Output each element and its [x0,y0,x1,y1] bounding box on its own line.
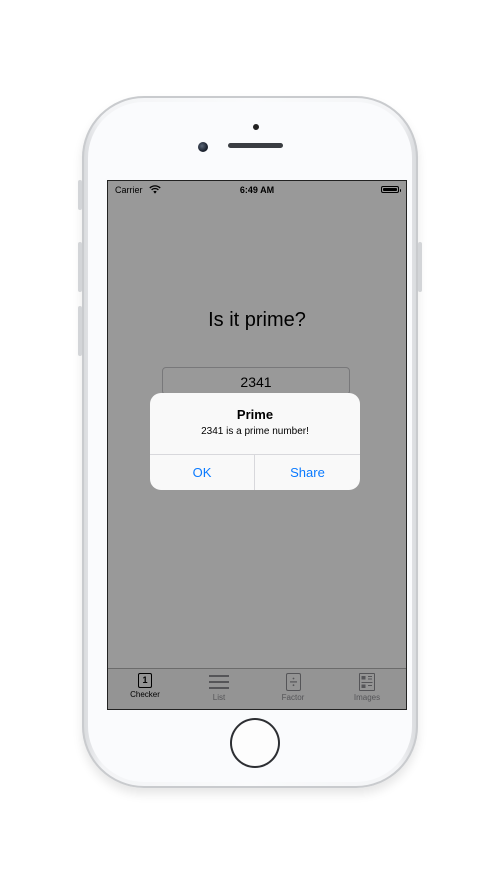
share-button[interactable]: Share [255,455,360,490]
alert-message: 2341 is a prime number! [201,426,309,437]
front-camera-icon [198,142,208,152]
power-button [418,242,422,292]
proximity-sensor [253,124,259,130]
volume-down-button [78,306,82,356]
ok-button[interactable]: OK [150,455,255,490]
volume-up-button [78,242,82,292]
earpiece-speaker [228,143,283,148]
mute-switch [78,180,82,210]
home-button[interactable] [230,718,280,768]
phone-bezel: Carrier 6:49 AM Is it prime? 2341 1 Chec… [88,102,412,782]
phone-frame: Carrier 6:49 AM Is it prime? 2341 1 Chec… [78,96,422,788]
alert-actions: OK Share [150,454,360,490]
app-screen: Carrier 6:49 AM Is it prime? 2341 1 Chec… [107,180,407,710]
alert-dialog: Prime 2341 is a prime number! OK Share [150,393,360,490]
alert-title: Prime [236,407,274,422]
